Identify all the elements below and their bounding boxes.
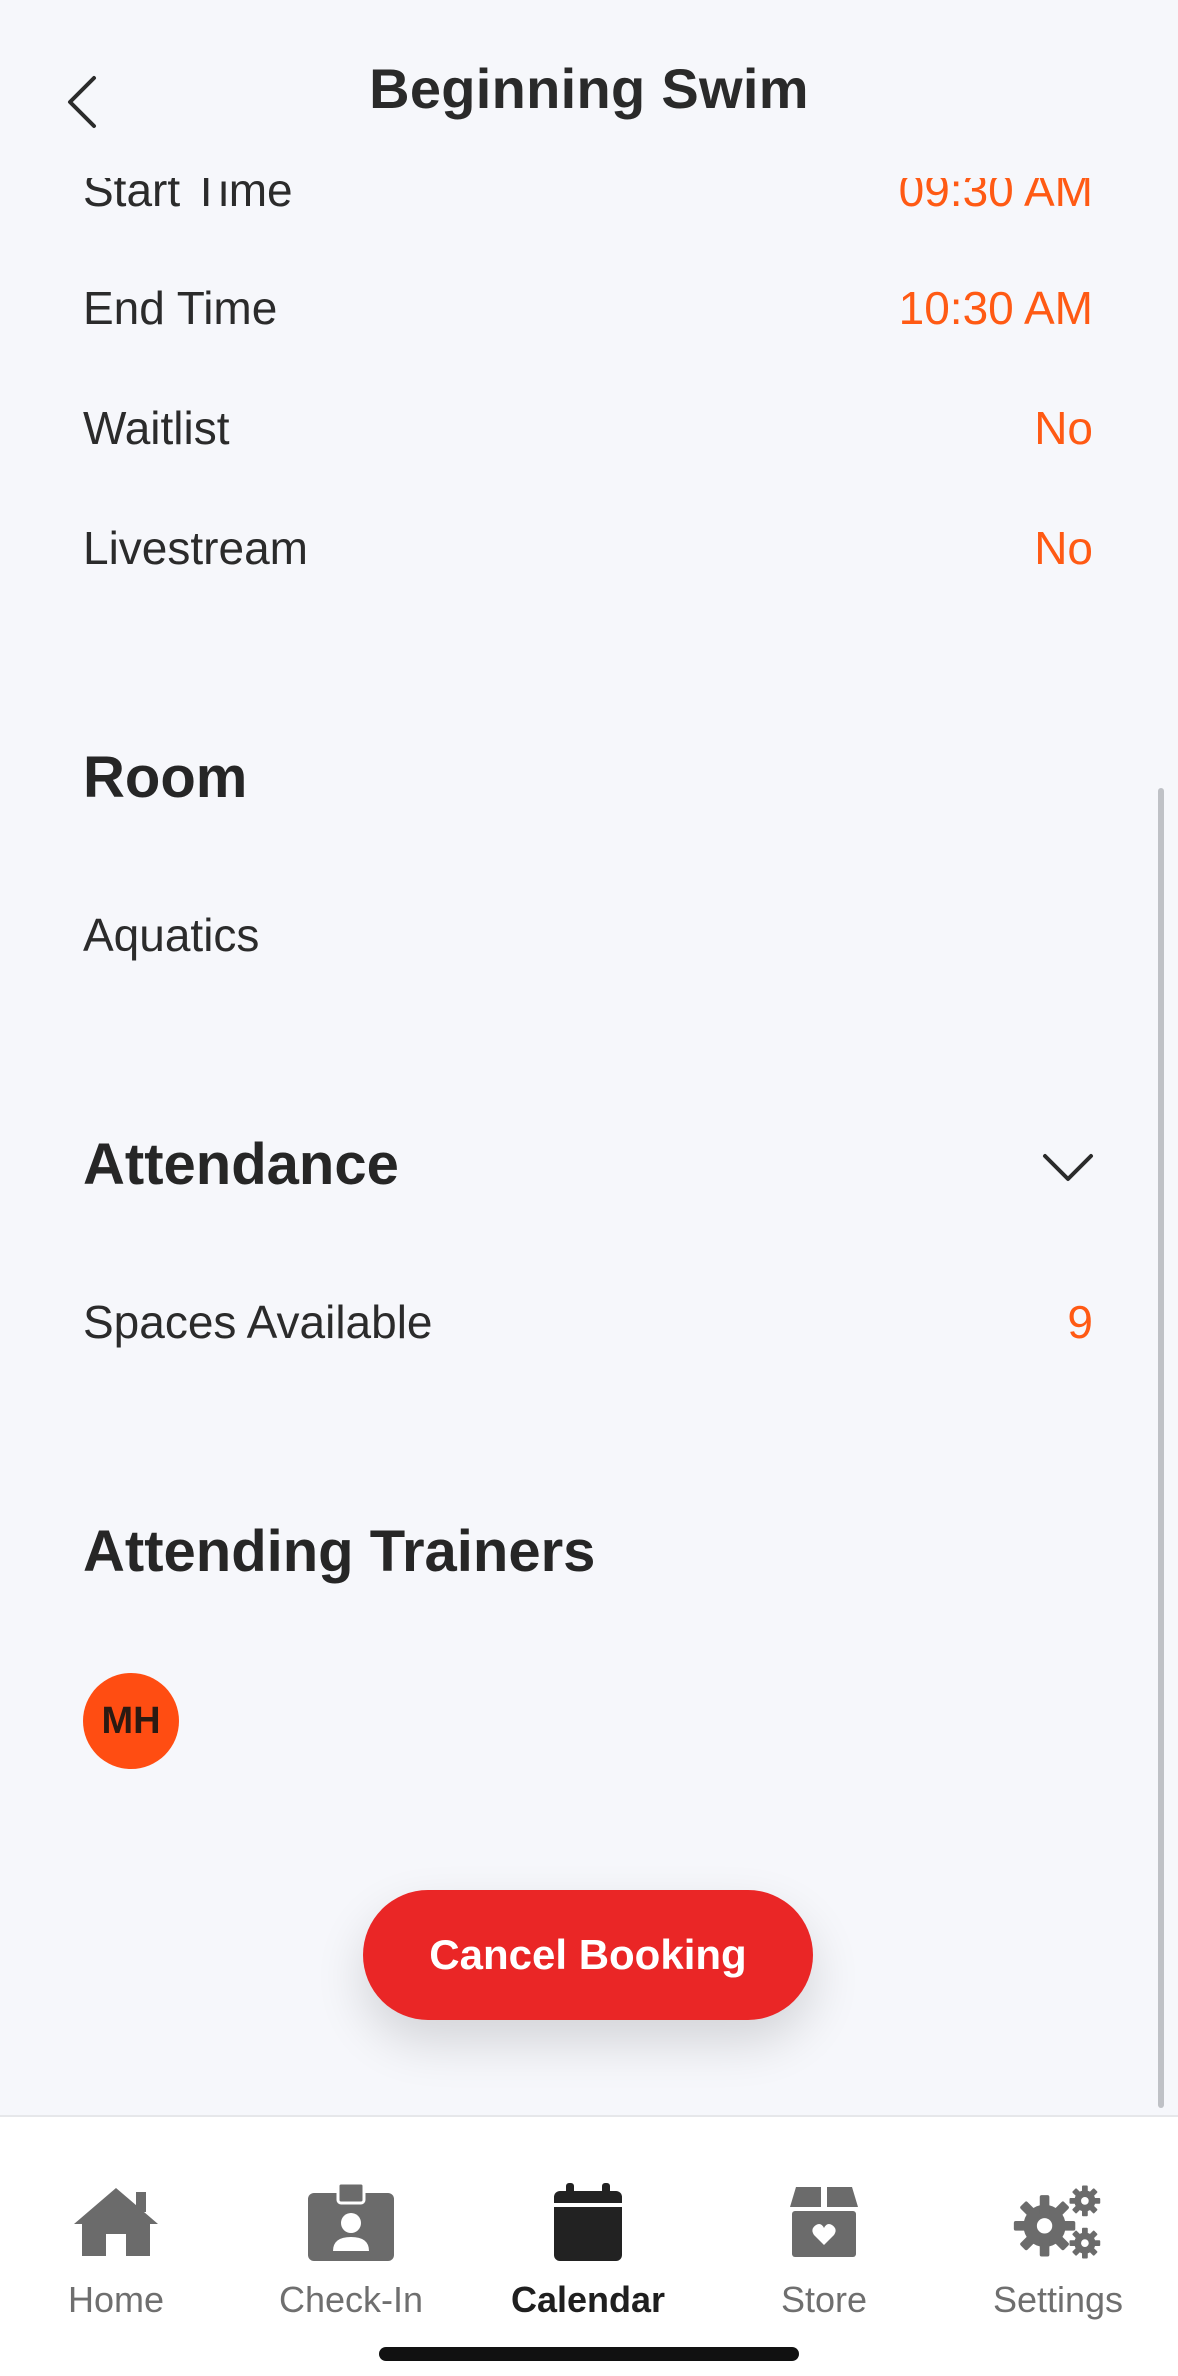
home-indicator[interactable] — [379, 2347, 799, 2361]
detail-value: 10:30 AM — [898, 282, 1093, 334]
tab-settings[interactable]: Settings — [958, 2117, 1158, 2337]
header: Beginning Swim — [0, 0, 1178, 178]
detail-value: No — [1034, 522, 1093, 574]
room-name: Aquatics — [83, 909, 260, 961]
tab-label: Store — [780, 2279, 868, 2320]
page-title: Beginning Swim — [369, 57, 809, 120]
id-badge-icon — [303, 2177, 399, 2267]
details-scroll-area[interactable]: Start Time 09:30 AM End Time 10:30 AM Wa… — [0, 0, 1178, 2115]
tab-label: Calendar — [510, 2279, 666, 2320]
chevron-down-icon[interactable] — [1040, 1140, 1096, 1196]
tab-label: Home — [67, 2279, 165, 2320]
tab-label: Check-In — [278, 2279, 424, 2320]
tab-home[interactable]: Home — [16, 2117, 216, 2337]
detail-value: 9 — [1067, 1296, 1093, 1348]
detail-label: Spaces Available — [83, 1296, 433, 1348]
cancel-booking-button[interactable]: Cancel Booking — [363, 1890, 813, 2020]
attendance-section-title[interactable]: Attendance — [83, 1131, 399, 1198]
detail-label: Waitlist — [83, 402, 230, 454]
tab-calendar[interactable]: Calendar — [488, 2117, 688, 2337]
tab-bar: Home Check-In Calendar Store Settings — [0, 2115, 1178, 2376]
detail-row-livestream: Livestream No — [83, 508, 1093, 588]
calendar-icon — [540, 2177, 636, 2267]
detail-row-spaces-available: Spaces Available 9 — [83, 1282, 1093, 1362]
tab-label: Settings — [992, 2279, 1124, 2320]
home-icon — [68, 2177, 164, 2267]
detail-row-waitlist: Waitlist No — [83, 388, 1093, 468]
tab-store[interactable]: Store — [724, 2117, 924, 2337]
detail-label: Livestream — [83, 522, 308, 574]
tab-check-in[interactable]: Check-In — [251, 2117, 451, 2337]
detail-value: No — [1034, 402, 1093, 454]
gears-icon — [1010, 2177, 1106, 2267]
room-section-title: Room — [83, 745, 248, 810]
avatar[interactable]: MH — [83, 1673, 179, 1769]
trainers-section-title: Attending Trainers — [83, 1519, 596, 1584]
scrollbar[interactable] — [1158, 788, 1164, 2108]
screen: Start Time 09:30 AM End Time 10:30 AM Wa… — [0, 0, 1178, 2376]
gift-box-icon — [776, 2177, 872, 2267]
detail-row-end-time: End Time 10:30 AM — [83, 268, 1093, 348]
detail-label: End Time — [83, 282, 278, 334]
